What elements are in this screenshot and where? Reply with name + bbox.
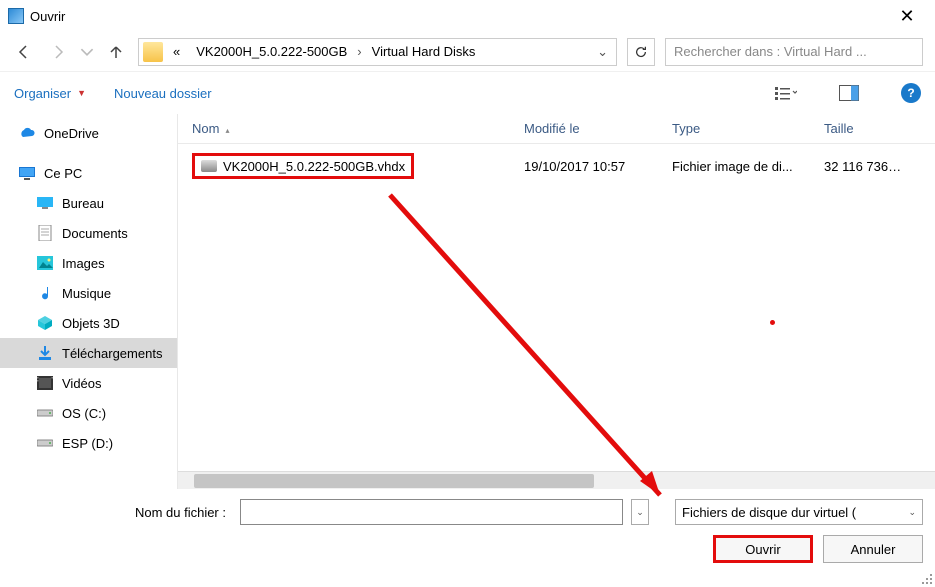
sidebar-item-desktop[interactable]: Bureau [0,188,177,218]
address-bar[interactable]: « VK2000H_5.0.222-500GB › Virtual Hard D… [138,38,617,66]
resize-grip[interactable] [920,572,932,584]
drive-icon [36,434,54,452]
recent-dropdown[interactable] [80,40,94,64]
download-icon [36,344,54,362]
sidebar-item-documents[interactable]: Documents [0,218,177,248]
main-area: OneDrive Ce PC Bureau Documents Images [0,114,935,489]
folder-icon [143,42,163,62]
sidebar-item-downloads[interactable]: Téléchargements [0,338,177,368]
organize-menu[interactable]: Organiser ▼ [14,86,86,101]
sidebar-item-drive-c[interactable]: OS (C:) [0,398,177,428]
filename-history-dropdown[interactable]: ⌄ [631,499,649,525]
document-icon [36,224,54,242]
filename-label: Nom du fichier : [12,505,232,520]
nav-bar: « VK2000H_5.0.222-500GB › Virtual Hard D… [0,32,935,72]
cube-icon [36,314,54,332]
open-button[interactable]: Ouvrir [713,535,813,563]
up-button[interactable] [104,40,128,64]
chevron-right-icon: › [357,44,361,59]
annotation-highlight-file: VK2000H_5.0.222-500GB.vhdx [192,153,414,179]
close-button[interactable]: ✕ [887,6,927,27]
annotation-dot [770,320,775,325]
filename-input[interactable] [240,499,623,525]
toolbar: Organiser ▼ Nouveau dossier ? [0,72,935,114]
file-size: 32 116 736 ... [810,159,902,174]
desktop-icon [36,194,54,212]
search-placeholder: Rechercher dans : Virtual Hard ... [674,44,867,59]
refresh-button[interactable] [627,38,655,66]
file-modified: 19/10/2017 10:57 [510,159,658,174]
column-modified[interactable]: Modifié le [510,121,658,136]
cancel-button[interactable]: Annuler [823,535,923,563]
title-bar: Ouvrir ✕ [0,0,935,32]
sidebar-item-music[interactable]: Musique [0,278,177,308]
pc-icon [18,164,36,182]
view-options-button[interactable] [775,85,797,101]
cloud-icon [18,124,36,142]
address-history-dropdown[interactable]: ⌄ [593,44,612,60]
search-input[interactable]: Rechercher dans : Virtual Hard ... [665,38,923,66]
breadcrumb-item-2[interactable]: Virtual Hard Disks [366,44,482,59]
column-size[interactable]: Taille [810,121,902,136]
sidebar-item-images[interactable]: Images [0,248,177,278]
preview-pane-button[interactable] [839,85,859,101]
sidebar-item-thispc[interactable]: Ce PC [0,158,177,188]
horizontal-scrollbar[interactable] [178,471,935,489]
app-icon [8,8,24,24]
breadcrumb-item-1[interactable]: VK2000H_5.0.222-500GB [190,44,353,59]
sidebar-item-drive-d[interactable]: ESP (D:) [0,428,177,458]
sidebar-item-onedrive[interactable]: OneDrive [0,118,177,148]
forward-button[interactable] [46,40,70,64]
bottom-panel: Nom du fichier : ⌄ Fichiers de disque du… [0,489,935,579]
file-list[interactable]: Nom▴ Modifié le Type Taille VK2000H_5.0.… [178,114,935,489]
column-headers: Nom▴ Modifié le Type Taille [178,114,935,144]
sidebar[interactable]: OneDrive Ce PC Bureau Documents Images [0,114,178,489]
window-title: Ouvrir [30,9,887,24]
sort-indicator-icon: ▴ [225,126,229,135]
file-name: VK2000H_5.0.222-500GB.vhdx [223,159,405,174]
video-icon [36,374,54,392]
file-row[interactable]: VK2000H_5.0.222-500GB.vhdx 19/10/2017 10… [178,152,935,180]
sidebar-item-videos[interactable]: Vidéos [0,368,177,398]
dropdown-icon: ▼ [77,88,86,98]
column-type[interactable]: Type [658,121,810,136]
music-icon [36,284,54,302]
new-folder-button[interactable]: Nouveau dossier [114,86,212,101]
file-type: Fichier image de di... [658,159,810,174]
image-icon [36,254,54,272]
drive-icon [36,404,54,422]
filetype-select[interactable]: Fichiers de disque dur virtuel ( ⌄ [675,499,923,525]
column-name[interactable]: Nom▴ [178,121,510,136]
sidebar-item-3d[interactable]: Objets 3D [0,308,177,338]
breadcrumb-overflow[interactable]: « [167,44,186,59]
back-button[interactable] [12,40,36,64]
help-button[interactable]: ? [901,83,921,103]
disk-file-icon [201,160,217,172]
